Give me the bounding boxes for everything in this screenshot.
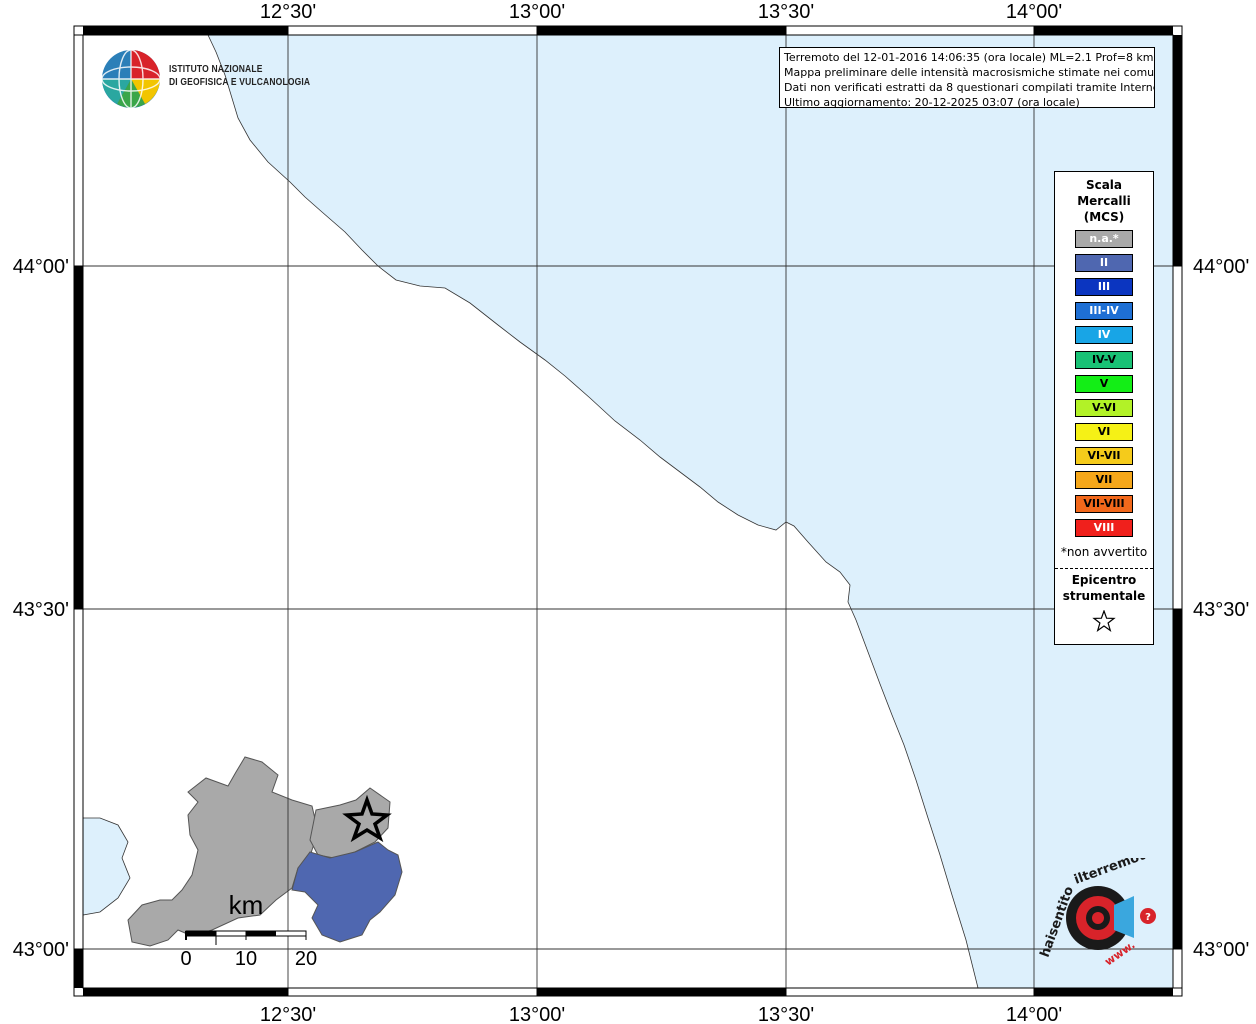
- legend-swatch: n.a.*: [1075, 230, 1133, 248]
- longitude-labels-top: 12°30' 13°00' 13°30' 14°00': [260, 1, 1062, 23]
- legend-swatch: VI-VII: [1075, 447, 1133, 465]
- scale-tick: 0: [180, 948, 191, 970]
- mcs-legend: Scala Mercalli (MCS) n.a.* II III III-IV IV I…: [1054, 171, 1154, 645]
- institute-line: ISTITUTO NAZIONALE: [169, 64, 263, 75]
- svg-text:?: ?: [1145, 912, 1151, 923]
- legend-swatch: II: [1075, 254, 1133, 272]
- legend-swatch: IV-V: [1075, 351, 1133, 369]
- legend-swatch: IV: [1075, 326, 1133, 344]
- legend-epicenter-line: Epicentro: [1071, 573, 1137, 587]
- latitude-labels-right: 44°00' 43°30' 43°00': [1193, 256, 1249, 961]
- data-note: Dati non verificati estratti da 8 questi…: [784, 81, 1155, 94]
- lon-label: 12°30': [260, 1, 316, 23]
- latitude-labels-left: 44°00' 43°30' 43°00': [13, 256, 69, 961]
- event-title: Terremoto del 12-01-2016 14:06:35 (ora l…: [784, 51, 1154, 64]
- lat-label: 43°30': [1193, 599, 1249, 621]
- lon-label: 13°00': [509, 1004, 565, 1024]
- ilterremoto-text: ilterremoto.it: [1072, 858, 1166, 888]
- lon-label: 14°00': [1006, 1, 1062, 23]
- institute-line: DI GEOFISICA E VULCANOLOGIA: [169, 77, 311, 88]
- legend-note: *non avvertito: [1060, 545, 1148, 559]
- lat-label: 43°00': [13, 939, 69, 961]
- haisentito-logo-icon: ? haisentito ilterremoto.it www.: [1038, 858, 1166, 968]
- lon-label: 14°00': [1006, 1004, 1062, 1024]
- lon-label: 13°30': [758, 1004, 814, 1024]
- legend-swatch: VIII: [1075, 519, 1133, 537]
- lat-label: 44°00': [13, 256, 69, 278]
- lat-label: 43°30': [13, 599, 69, 621]
- legend-swatch: III: [1075, 278, 1133, 296]
- last-update: Ultimo aggiornamento: 20-12-2025 03:07 (…: [784, 96, 1080, 108]
- event-info-box: Terremoto del 12-01-2016 14:06:35 (ora l…: [779, 47, 1155, 108]
- legend-swatch: III-IV: [1075, 302, 1133, 320]
- legend-divider: [1055, 568, 1153, 569]
- scale-tick: 20: [295, 948, 317, 970]
- legend-epicenter-line: strumentale: [1062, 589, 1146, 603]
- legend-swatch: V: [1075, 375, 1133, 393]
- lon-label: 13°30': [758, 1, 814, 23]
- legend-title-line: Mercalli: [1077, 194, 1131, 208]
- legend-title: Scala Mercalli (MCS): [1055, 177, 1153, 225]
- star-icon: [1092, 610, 1116, 632]
- scale-tick: 10: [235, 948, 257, 970]
- scale-unit: km: [229, 890, 264, 920]
- legend-title-line: Scala: [1085, 178, 1123, 192]
- lon-label: 12°30': [260, 1004, 316, 1024]
- lat-label: 44°00': [1193, 256, 1249, 278]
- legend-swatch: VII: [1075, 471, 1133, 489]
- legend-epicenter-label: Epicentro strumentale: [1055, 572, 1153, 604]
- ingv-logo-icon: [101, 49, 161, 109]
- legend-swatch: VII-VIII: [1075, 495, 1133, 513]
- map-description: Mappa preliminare delle intensità macros…: [784, 66, 1155, 79]
- lon-label: 13°00': [509, 1, 565, 23]
- legend-swatch: VI: [1075, 423, 1133, 441]
- longitude-labels-bottom: 12°30' 13°00' 13°30' 14°00': [260, 1004, 1062, 1024]
- legend-title-line: (MCS): [1083, 210, 1125, 224]
- institute-name: ISTITUTO NAZIONALE DI GEOFISICA E VULCAN…: [169, 63, 310, 89]
- legend-swatch: V-VI: [1075, 399, 1133, 417]
- lat-label: 43°00': [1193, 939, 1249, 961]
